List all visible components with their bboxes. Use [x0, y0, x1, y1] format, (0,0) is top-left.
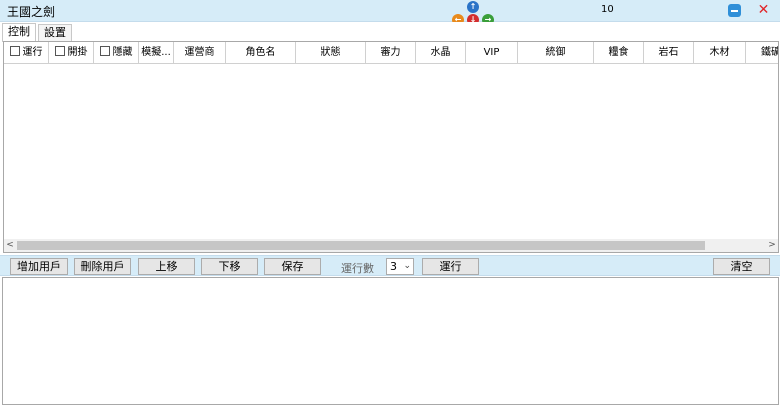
tab-control[interactable]: 控制: [2, 23, 36, 42]
column-header-run[interactable]: 運行: [4, 42, 49, 64]
column-header-crystal[interactable]: 水晶: [416, 42, 466, 64]
log-output-area[interactable]: [2, 277, 779, 405]
tab-bar: 控制 設置: [0, 22, 780, 42]
column-header-hide[interactable]: 隱藏: [94, 42, 139, 64]
hack-all-checkbox[interactable]: [54, 46, 65, 56]
scroll-left-icon[interactable]: <: [4, 239, 16, 252]
table-header: 運行 開掛 隱藏 模擬... 運營商 角色名 狀態 審力 水晶 VIP 統御 糧…: [4, 42, 778, 64]
column-header-food[interactable]: 糧食: [594, 42, 644, 64]
title-bar: 王國之劍 ↑ ← ↓ → 10 ✕: [0, 0, 780, 26]
add-user-button[interactable]: 增加用戶: [10, 258, 68, 275]
move-down-button[interactable]: 下移: [201, 258, 258, 275]
column-header-hack[interactable]: 開掛: [49, 42, 94, 64]
column-header-stone[interactable]: 岩石: [644, 42, 694, 64]
account-table: 運行 開掛 隱藏 模擬... 運營商 角色名 狀態 審力 水晶 VIP 統御 糧…: [3, 41, 779, 253]
tab-settings[interactable]: 設置: [38, 24, 72, 42]
window-title: 王國之劍: [7, 5, 56, 19]
column-header-iron[interactable]: 鐵礦: [746, 42, 778, 64]
scrollbar-thumb[interactable]: [17, 241, 705, 250]
column-header-vip[interactable]: VIP: [466, 42, 518, 64]
column-header-wood[interactable]: 木材: [694, 42, 746, 64]
column-header-emulator[interactable]: 模擬...: [139, 42, 174, 64]
counter-value: 10: [601, 4, 614, 15]
column-header-command[interactable]: 統御: [518, 42, 594, 64]
column-header-status[interactable]: 狀態: [296, 42, 366, 64]
horizontal-scrollbar[interactable]: < >: [4, 239, 778, 252]
move-up-button[interactable]: 上移: [138, 258, 195, 275]
save-button[interactable]: 保存: [264, 258, 321, 275]
hide-all-checkbox[interactable]: [99, 46, 110, 56]
clear-button[interactable]: 清空: [713, 258, 770, 275]
column-header-operator[interactable]: 運營商: [174, 42, 226, 64]
action-toolbar: 增加用戶 刪除用戶 上移 下移 保存 運行數 3 ⌄ 運行 清空: [0, 255, 780, 276]
run-count-label: 運行數: [341, 262, 374, 275]
run-all-checkbox[interactable]: [9, 46, 20, 56]
arrow-up-icon[interactable]: ↑: [467, 1, 479, 13]
chevron-down-icon: ⌄: [403, 261, 411, 271]
delete-user-button[interactable]: 刪除用戶: [74, 258, 131, 275]
run-count-select[interactable]: 3 ⌄: [386, 258, 414, 275]
close-icon[interactable]: ✕: [757, 3, 770, 17]
minimize-icon[interactable]: [728, 4, 741, 17]
scroll-right-icon[interactable]: >: [766, 239, 778, 252]
column-header-role-name[interactable]: 角色名: [226, 42, 296, 64]
column-header-power[interactable]: 審力: [366, 42, 416, 64]
run-button[interactable]: 運行: [422, 258, 479, 275]
